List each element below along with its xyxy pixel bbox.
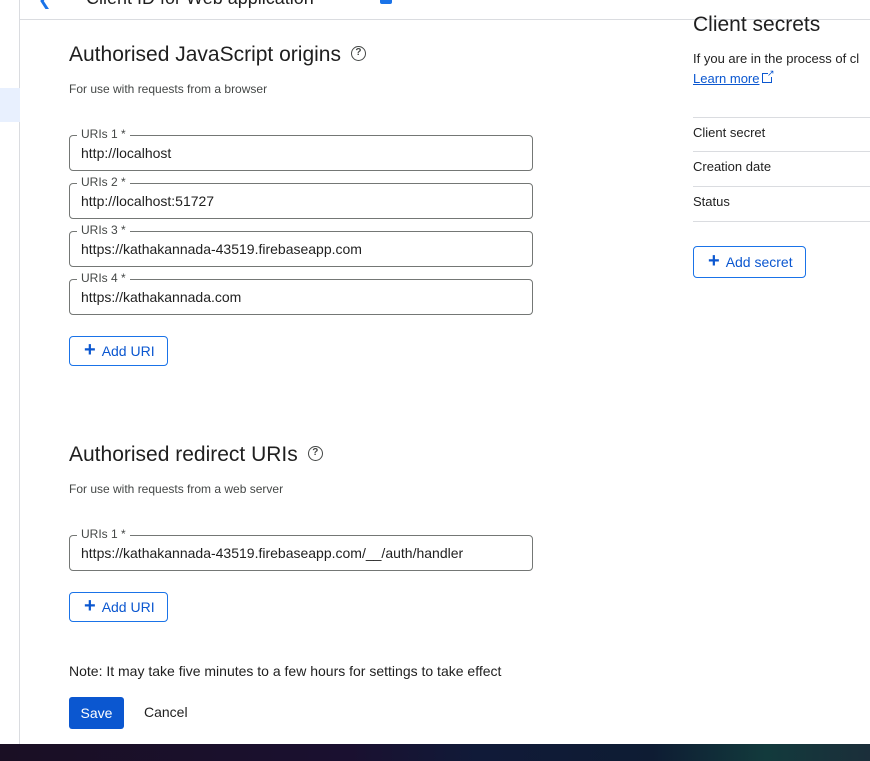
secret-info-label: Status	[693, 194, 730, 209]
back-arrow-icon[interactable]: ❮	[38, 0, 51, 10]
js-origin-field-2[interactable]: URIs 2 * http://localhost:51727	[69, 175, 533, 219]
desktop-background-strip	[0, 744, 870, 761]
save-button[interactable]: Save	[69, 697, 124, 729]
js-origins-subtitle: For use with requests from a browser	[69, 82, 268, 96]
js-origin-field-4[interactable]: URIs 4 * https://kathakannada.com	[69, 271, 533, 315]
secret-info-row: Status	[693, 187, 870, 222]
js-origins-title: Authorised JavaScript origins?	[69, 43, 366, 67]
secret-info-label: Creation date	[693, 159, 772, 174]
secret-info-label: Client secret	[693, 125, 766, 140]
redirect-uris-title-text: Authorised redirect URIs	[69, 443, 298, 466]
field-value[interactable]: https://kathakannada-43519.firebaseapp.c…	[81, 241, 362, 257]
field-value[interactable]: https://kathakannada.com	[81, 289, 241, 305]
add-js-origin-button[interactable]: + Add URI	[69, 336, 168, 366]
settings-note: Note: It may take five minutes to a few …	[69, 663, 502, 679]
plus-icon: +	[84, 339, 96, 361]
redirect-uri-field-1[interactable]: URIs 1 * https://kathakannada-43519.fire…	[69, 527, 533, 571]
external-link-icon	[762, 69, 774, 83]
nav-item-active[interactable]	[0, 88, 20, 122]
plus-icon: +	[84, 595, 96, 617]
secret-info-row: Creation date	[693, 152, 870, 187]
secret-info-row: Client secret	[693, 117, 870, 152]
field-label: URIs 2 *	[77, 175, 130, 189]
field-value[interactable]: http://localhost:51727	[81, 193, 214, 209]
help-icon[interactable]: ?	[350, 45, 366, 61]
field-value[interactable]: https://kathakannada-43519.firebaseapp.c…	[81, 545, 463, 561]
learn-more-link[interactable]: Learn more	[693, 69, 774, 86]
redirect-uris-subtitle: For use with requests from a web server	[69, 482, 284, 496]
field-label: URIs 1 *	[77, 527, 130, 541]
add-secret-label: Add secret	[725, 254, 793, 270]
left-navigation-rail	[0, 0, 20, 744]
checkbox-icon[interactable]	[380, 0, 392, 4]
field-label: URIs 1 *	[77, 127, 130, 141]
js-origin-field-3[interactable]: URIs 3 * https://kathakannada-43519.fire…	[69, 223, 533, 267]
page-title: Client ID for Web application	[86, 0, 314, 9]
add-uri-label: Add URI	[101, 599, 155, 615]
add-uri-label: Add URI	[101, 343, 155, 359]
js-origins-title-text: Authorised JavaScript origins	[69, 43, 341, 66]
js-origin-field-1[interactable]: URIs 1 * http://localhost	[69, 127, 533, 171]
learn-more-label: Learn more	[693, 71, 760, 86]
redirect-uris-title: Authorised redirect URIs?	[69, 443, 323, 467]
add-redirect-uri-button[interactable]: + Add URI	[69, 592, 168, 622]
help-icon[interactable]: ?	[307, 445, 323, 461]
field-label: URIs 4 *	[77, 271, 130, 285]
field-label: URIs 3 *	[77, 223, 130, 237]
cancel-button[interactable]: Cancel	[144, 704, 188, 720]
add-secret-button[interactable]: + Add secret	[693, 246, 806, 278]
field-value[interactable]: http://localhost	[81, 145, 171, 161]
plus-icon: +	[708, 250, 720, 272]
client-secrets-title: Client secrets	[693, 13, 821, 36]
client-secrets-description: If you are in the process of cl	[693, 51, 860, 66]
